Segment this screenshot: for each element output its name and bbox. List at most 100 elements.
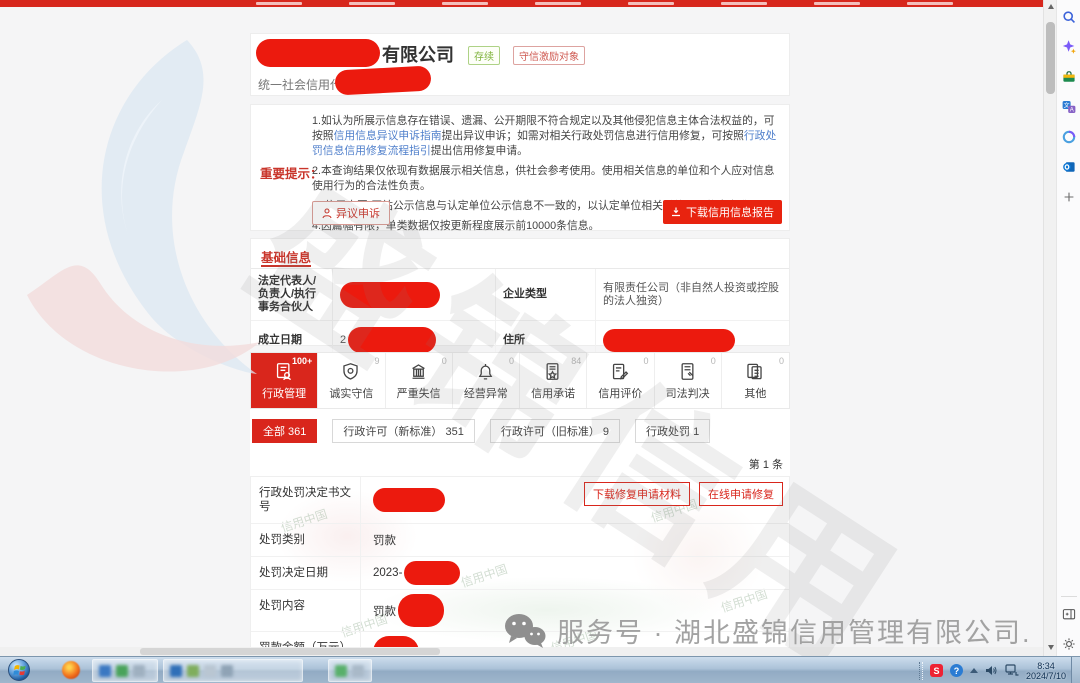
filter-admin-license-new[interactable]: 行政许可（新标准） 351 (332, 419, 475, 443)
online-repair-apply-button[interactable]: 在线申请修复 (699, 482, 783, 506)
svg-text:A: A (1070, 107, 1074, 113)
windows-taskbar: S ? 8:34 2024/7/10 (0, 656, 1080, 683)
legal-rep-redaction (340, 281, 440, 308)
record-filters: 全部 361 行政许可（新标准） 351 行政许可（旧标准） 9 行政处罚 1 (252, 419, 711, 443)
penalty-value-text: 2023- (373, 567, 403, 579)
copilot-icon[interactable] (1057, 34, 1080, 60)
bank-icon (411, 364, 425, 379)
legal-rep-label: 法定代表人/负责人/执行事务合伙人 (251, 269, 333, 321)
tab-credit-commitment[interactable]: 84 信用承诺 (520, 353, 588, 408)
tab-judicial-judgment[interactable]: 0 司法判决 (654, 353, 722, 408)
filter-all[interactable]: 全部 361 (252, 419, 318, 443)
penalty-row-label: 处罚类别 (251, 524, 361, 556)
blurred-window-icon (95, 662, 155, 679)
site-navbar (0, 0, 1043, 7)
founded-date-redaction (348, 327, 437, 353)
penalty-table-row: 处罚内容 罚款 (251, 590, 789, 632)
translate-icon[interactable]: 文A (1057, 94, 1080, 120)
penalty-row-label: 行政处罚决定书文号 (251, 477, 361, 523)
triangle-up-icon (1047, 4, 1054, 9)
tab-other[interactable]: 0 其他 (721, 353, 789, 408)
tab-count: 0 (643, 356, 649, 366)
panel-icon[interactable] (1057, 601, 1080, 627)
status-badge: 存续 (468, 46, 500, 65)
filter-admin-penalty[interactable]: 行政处罚 1 (635, 419, 711, 443)
bell-icon (478, 364, 493, 380)
doc-star-icon (546, 363, 559, 380)
volume-icon[interactable] (985, 664, 998, 677)
tab-label: 严重失信 (396, 388, 441, 400)
notice-line1-mid: 提出异议申诉；如需对相关行政处罚信息进行信用修复，可按照 (441, 130, 744, 142)
settings-icon[interactable] (1057, 631, 1080, 657)
credit-code-redaction (334, 65, 432, 96)
desktop-screen: 有限公司 存续 守信激励对象 统一社会信用代码：91 重要提示： 1.如认为所展… (0, 0, 1080, 683)
tab-count: 0 (441, 356, 447, 366)
download-repair-materials-button[interactable]: 下载修复申请材料 (584, 482, 690, 506)
vertical-scrollbar[interactable] (1043, 0, 1056, 656)
taskbar-window-button[interactable] (163, 659, 303, 682)
filter-admin-license-old[interactable]: 行政许可（旧标准） 9 (489, 419, 621, 443)
nav-menu-item[interactable] (907, 2, 953, 5)
triangle-down-icon (1047, 645, 1054, 650)
show-desktop-button[interactable] (1071, 657, 1080, 683)
nav-menu-item[interactable] (256, 2, 302, 5)
tab-honesty-trustworthy[interactable]: 9 诚实守信 (318, 353, 386, 408)
pinned-browser-icon[interactable] (62, 661, 80, 679)
tray-grip[interactable] (918, 661, 923, 680)
taskbar-clock[interactable]: 8:34 2024/7/10 (1026, 661, 1066, 681)
tab-label: 诚实守信 (329, 388, 374, 400)
tab-credit-evaluation[interactable]: 0 信用评价 (587, 353, 655, 408)
appeal-guide-link[interactable]: 信用信息异议申诉指南 (334, 130, 442, 142)
sogou-tray-icon[interactable]: S (929, 664, 943, 677)
browser-page: 有限公司 存续 守信激励对象 统一社会信用代码：91 重要提示： 1.如认为所展… (0, 0, 1043, 656)
tab-admin-management[interactable]: 100+ 行政管理 (251, 353, 319, 408)
redaction (404, 561, 461, 585)
vertical-scrollbar-thumb[interactable] (1046, 22, 1055, 94)
download-credit-report-button[interactable]: 下载信用信息报告 (663, 200, 782, 224)
designer-icon[interactable] (1057, 124, 1080, 150)
notice-line1-post: 提出信用修复申请。 (430, 145, 528, 157)
penalty-row-label: 处罚内容 (251, 590, 361, 631)
blurred-window-icon (331, 662, 369, 679)
nav-menu-item[interactable] (814, 2, 860, 5)
horizontal-scrollbar-thumb[interactable] (140, 648, 440, 655)
address-redaction (603, 328, 735, 352)
basic-info-card: 基础信息 法定代表人/负责人/执行事务合伙人 企业类型 有限责任公司（非自然人投… (250, 238, 790, 360)
search-icon[interactable] (1057, 4, 1080, 30)
tab-abnormal-operation[interactable]: 0 经营异常 (452, 353, 520, 408)
penalty-table-row: 行政处罚决定书文号 下载修复申请材料 在线申请修复 (251, 477, 789, 524)
shopping-icon[interactable] (1057, 64, 1080, 90)
outlook-icon[interactable] (1057, 154, 1080, 180)
network-icon[interactable] (1005, 664, 1019, 677)
taskbar-window-button[interactable] (328, 659, 372, 682)
show-hidden-icons-button[interactable] (969, 668, 978, 673)
tab-label: 经营异常 (463, 388, 508, 400)
nav-menu-item[interactable] (535, 2, 581, 5)
download-icon (672, 207, 680, 217)
nav-menu-item[interactable] (628, 2, 674, 5)
horizontal-scrollbar[interactable] (0, 647, 1043, 656)
tab-count: 100+ (291, 356, 313, 366)
penalty-value-text: 罚款 (373, 535, 396, 547)
help-tray-icon[interactable]: ? (949, 664, 963, 677)
penalty-table-row: 处罚类别 罚款 (251, 524, 789, 557)
tab-count: 0 (778, 356, 784, 366)
appeal-button[interactable]: 异议申诉 (312, 201, 390, 225)
nav-menu-item[interactable] (349, 2, 395, 5)
nav-menu-item[interactable] (721, 2, 767, 5)
add-icon[interactable] (1057, 184, 1080, 210)
taskbar-window-button[interactable] (92, 659, 158, 682)
start-button[interactable] (8, 659, 30, 681)
credit-records-card: 信用中国 信用中国 信用中国 信用中国 信用中国 信用中国 100+ 行政管理 9 诚实守信 0 严… (250, 352, 790, 656)
appeal-button-label: 异议申诉 (336, 208, 380, 220)
doc-person-icon (277, 363, 292, 381)
download-button-label: 下载信用信息报告 (686, 207, 774, 219)
tab-count: 9 (374, 356, 380, 366)
tab-label: 行政管理 (262, 388, 307, 400)
tab-serious-dishonesty[interactable]: 0 严重失信 (385, 353, 453, 408)
redaction (373, 488, 445, 512)
company-name-redaction (256, 39, 380, 67)
nav-menu-item[interactable] (442, 2, 488, 5)
basic-info-table: 法定代表人/负责人/执行事务合伙人 企业类型 有限责任公司（非自然人投资或控股的… (251, 269, 789, 360)
tab-count: 0 (508, 356, 514, 366)
